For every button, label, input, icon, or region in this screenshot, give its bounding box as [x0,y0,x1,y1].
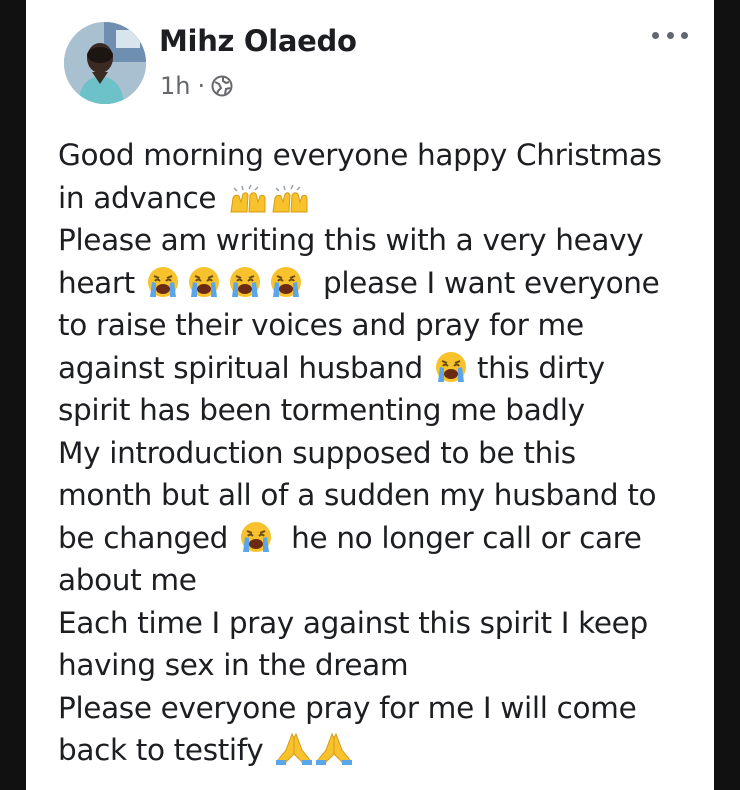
post-line: spirit has been tormenting me badly [58,393,585,427]
post-line: about me [58,563,197,597]
post-line: heart please I want everyone [58,262,698,305]
post-line: back to testify [58,729,698,772]
more-options-button[interactable] [652,28,688,42]
dot-icon [666,31,674,39]
post-line: Each time I pray against this spirit I k… [58,605,648,640]
post-card: Mihz Olaedo 1h · Good morning everyone h… [26,0,714,790]
avatar-image [64,22,146,104]
post-body: Good morning everyone happy Christmas in… [58,134,698,772]
post-line: Good morning everyone happy Christmas [58,138,662,172]
post-line: My introduction supposed to be this [58,435,576,470]
post-line: Please everyone pray for me I will come [58,690,637,725]
post-line: month but all of a sudden my husband to [58,478,657,512]
post-line: having sex in the dream [58,648,409,682]
post-time[interactable]: 1h [160,72,190,100]
author-name[interactable]: Mihz Olaedo [159,24,357,58]
profile-avatar[interactable] [64,22,146,104]
post-line: Please am writing this with a very heavy [58,223,644,257]
post-line: against spiritual husband this dirty [58,347,698,390]
post-meta: 1h · [160,72,233,100]
post-line: be changed he no longer call or care [58,517,698,560]
dot-icon [652,31,659,39]
post-line: in advance [58,177,698,220]
globe-icon [211,75,233,97]
post-line: to raise their voices and pray for me [58,308,584,342]
dot-icon [681,31,688,39]
folded-hands-icon [274,732,354,778]
meta-separator: · [197,72,206,100]
loudly-crying-face-icon [239,520,273,566]
